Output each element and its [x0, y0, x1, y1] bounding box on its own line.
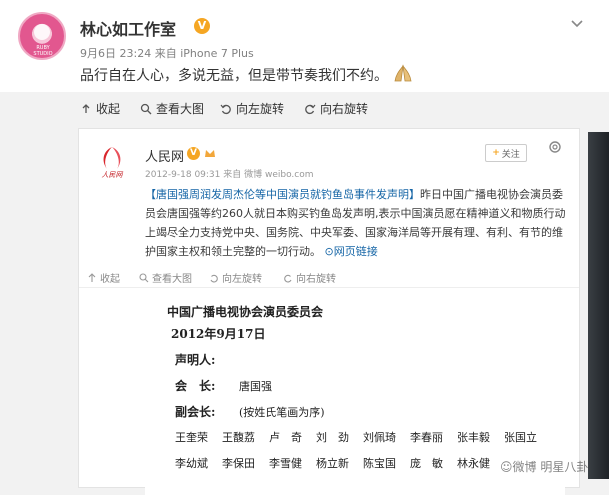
crown-icon	[205, 150, 215, 157]
repost-image-toolbar: 收起 查看大图 向左旋转 向右旋转	[79, 267, 579, 287]
repost-source: 来自 微博 weibo.com	[223, 170, 314, 180]
web-link[interactable]: 网页链接	[334, 245, 378, 258]
member-name: 王馥荔	[222, 431, 255, 444]
repost-view-large-label: 查看大图	[152, 274, 192, 285]
rotate-left-button[interactable]: 向左旋转	[220, 100, 284, 117]
declarant-label: 声明人:	[175, 353, 216, 367]
author-name[interactable]: 林心如工作室	[80, 16, 176, 40]
post-source-prefix: 来自	[154, 47, 177, 60]
divider	[79, 287, 579, 288]
pray-hands-icon	[394, 64, 412, 82]
collapse-button[interactable]: 收起	[80, 100, 120, 117]
magnifier-icon	[140, 103, 152, 114]
document-date: 2012年9月17日	[171, 327, 266, 341]
repost-rotate-left-button[interactable]: 向左旋转	[209, 270, 262, 285]
follow-button[interactable]: + 关注	[485, 144, 527, 162]
member-name: 刘 劲	[316, 431, 349, 444]
plus-icon: +	[492, 148, 500, 158]
weibo-post: RUBY STUDIO 林心如工作室 V 9月6日 23:24 来自 iPhon…	[0, 0, 609, 92]
repost-meta: 2012-9-18 09:31 来自 微博 weibo.com	[145, 167, 314, 180]
repost-magnifier-icon	[139, 272, 149, 282]
view-large-label: 查看大图	[156, 102, 205, 116]
member-name: 卢 奇	[269, 431, 302, 444]
author-avatar[interactable]: RUBY STUDIO	[18, 12, 66, 60]
gear-icon[interactable]	[547, 139, 563, 155]
document-title: 中国广播电视协会演员委员会	[167, 305, 324, 319]
peoples-daily-logo-icon: 人民网	[102, 147, 124, 179]
rotate-left-icon	[220, 104, 231, 114]
post-source[interactable]: iPhone 7 Plus	[180, 47, 254, 60]
view-large-button[interactable]: 查看大图	[140, 100, 204, 117]
member-name: 庞 敏	[410, 457, 443, 470]
rotate-right-label: 向右旋转	[320, 102, 369, 116]
member-name: 李春丽	[410, 431, 443, 444]
link-icon: ⊙	[324, 245, 334, 258]
avatar-logo-text: RUBY STUDIO	[33, 45, 53, 57]
member-name: 张丰毅	[457, 431, 490, 444]
collapse-label: 收起	[96, 102, 121, 116]
repost-text: 【唐国强周润发周杰伦等中国演员就钓鱼岛事件发声明】昨日中国广播电视协会演员委员会…	[145, 185, 567, 261]
repost-rotate-right-button[interactable]: 向右旋转	[283, 270, 336, 285]
member-name: 王奎荣	[175, 431, 208, 444]
post-meta: 9月6日 23:24 来自 iPhone 7 Plus	[80, 45, 254, 61]
background-edge	[588, 132, 609, 479]
member-name: 李幼斌	[175, 457, 208, 470]
member-name: 刘佩琦	[363, 431, 396, 444]
svg-text:人民网: 人民网	[102, 171, 124, 179]
member-name: 李保田	[222, 457, 255, 470]
names-row-1: 王奎荣 王馥荔 卢 奇 刘 劲 刘佩琦 李春丽 张丰毅 张国立	[175, 429, 537, 445]
member-name: 陈宝国	[363, 457, 396, 470]
rotate-right-icon	[305, 104, 316, 114]
watermark: ☺微博 明星八卦	[500, 460, 589, 474]
repost-collapse-icon	[88, 272, 96, 282]
member-name: 李雪健	[269, 457, 302, 470]
names-row-2: 李幼斌 李保田 李雪健 杨立新 陈宝国 庞 敏 林永健	[175, 455, 490, 471]
image-toolbar: 收起 查看大图 向左旋转 向右旋转	[0, 94, 609, 122]
member-name: 张国立	[504, 431, 537, 444]
repost-rotate-left-icon	[210, 274, 218, 282]
repost-verified-icon: V	[187, 147, 200, 160]
chevron-down-icon[interactable]	[568, 14, 586, 32]
post-time[interactable]: 9月6日 23:24	[80, 47, 151, 60]
follow-label: 关注	[501, 149, 520, 160]
collapse-icon	[82, 103, 90, 113]
rotate-right-button[interactable]: 向右旋转	[304, 100, 368, 117]
vice-president-label: 副会长:	[175, 405, 216, 419]
post-text: 品行自在人心，多说无益，但是带节奏我们不约。	[80, 68, 388, 84]
repost-rotate-right-icon	[284, 274, 292, 282]
verified-badge-icon: V	[194, 18, 210, 34]
president-value: 唐国强	[239, 380, 272, 393]
repost-collapse-button[interactable]: 收起	[87, 270, 120, 285]
repost-collapse-label: 收起	[100, 274, 120, 285]
repost-view-large-button[interactable]: 查看大图	[139, 270, 192, 285]
president-label: 会 长:	[175, 379, 216, 393]
repost-author-name[interactable]: 人民网	[145, 146, 184, 165]
rotate-left-label: 向左旋转	[236, 102, 285, 116]
member-name: 林永健	[457, 457, 490, 470]
embedded-screenshot: 人民网 人民网 V 2012-9-18 09:31 来自 微博 weibo.co…	[78, 128, 580, 495]
repost-headline[interactable]: 【唐国强周润发周杰伦等中国演员就钓鱼岛事件发声明】	[145, 188, 420, 201]
vice-president-note: (按姓氏笔画为序)	[239, 406, 325, 419]
repost-rotate-right-label: 向右旋转	[296, 274, 336, 285]
repost-rotate-left-label: 向左旋转	[222, 274, 262, 285]
repost-time: 2012-9-18 09:31	[145, 170, 221, 180]
member-name: 杨立新	[316, 457, 349, 470]
